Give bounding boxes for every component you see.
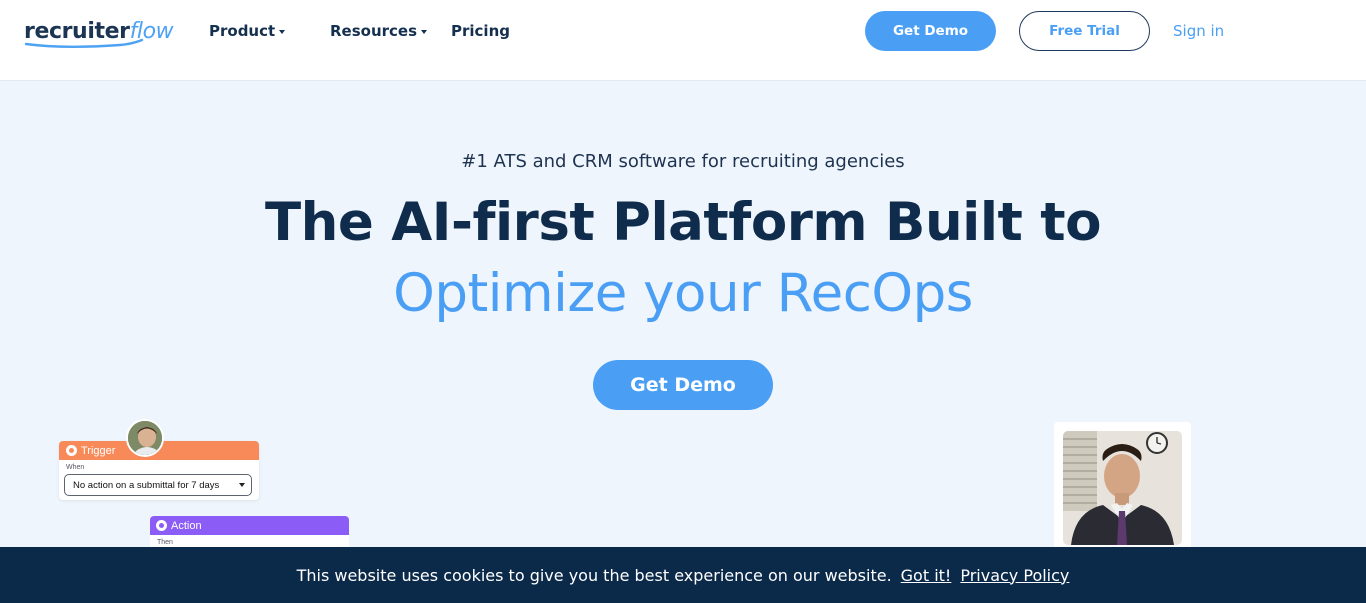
header-get-demo-button[interactable]: Get Demo <box>865 11 996 51</box>
action-icon <box>156 520 167 531</box>
trigger-condition-select[interactable]: No action on a submittal for 7 days <box>64 474 252 496</box>
cookie-message: This website uses cookies to give you th… <box>296 565 892 585</box>
avatar <box>126 419 164 457</box>
nav-product-label: Product <box>209 22 276 40</box>
nav-product[interactable]: Product <box>209 20 286 42</box>
trigger-label: Trigger <box>81 444 116 457</box>
cookie-accept-link[interactable]: Got it! <box>901 566 952 585</box>
nav-resources-label: Resources <box>330 22 418 40</box>
cookie-banner: This website uses cookies to give you th… <box>0 547 1366 603</box>
sign-in-link[interactable]: Sign in <box>1173 20 1224 42</box>
then-label: Then <box>157 539 173 546</box>
trigger-condition-value: No action on a submittal for 7 days <box>73 479 220 491</box>
nav-resources[interactable]: Resources <box>330 20 428 42</box>
nav-pricing-label: Pricing <box>451 22 510 40</box>
hero-tagline: #1 ATS and CRM software for recruiting a… <box>461 151 905 172</box>
portrait-photo-icon <box>1063 431 1182 545</box>
when-label: When <box>66 464 85 471</box>
hero-title-line1: The AI-first Platform Built to <box>264 192 1102 253</box>
candidate-photo-card <box>1054 422 1191 562</box>
privacy-policy-link[interactable]: Privacy Policy <box>960 566 1069 585</box>
chevron-down-icon <box>279 29 286 34</box>
hero-title-line2: Optimize your RecOps <box>393 263 973 324</box>
chevron-down-icon <box>421 29 428 34</box>
nav-pricing[interactable]: Pricing <box>451 20 510 42</box>
free-trial-button[interactable]: Free Trial <box>1019 11 1150 51</box>
action-label: Action <box>171 519 202 532</box>
trigger-icon <box>66 445 77 456</box>
candidate-photo <box>1063 431 1182 545</box>
chevron-down-icon <box>239 483 245 487</box>
hero-get-demo-button[interactable]: Get Demo <box>593 360 773 410</box>
top-navbar: recruiter flow Product Resources Pricing … <box>0 0 1366 81</box>
logo-swoosh-icon <box>24 38 144 48</box>
action-header: Action <box>150 516 349 535</box>
recruiterflow-logo[interactable]: recruiter flow <box>24 14 174 48</box>
